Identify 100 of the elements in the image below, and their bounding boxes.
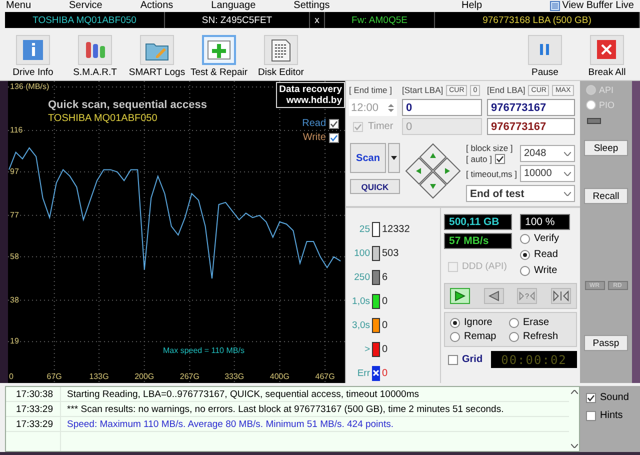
log-time: 17:33:29: [6, 402, 61, 416]
sector-count: 0: [382, 320, 388, 330]
end-button[interactable]: [550, 288, 571, 304]
block-size-select[interactable]: 2048: [520, 145, 575, 162]
log-message: *** Scan results: no warnings, no errors. Last block at 976773167 (500 GB), time 2 minutes 51 seconds.: [66, 404, 504, 414]
drive-model: TOSHIBA MQ01ABF050: [48, 113, 158, 124]
current-lba-field[interactable]: 976773167: [487, 118, 575, 135]
checkbox[interactable]: [495, 154, 505, 164]
checkbox[interactable]: [586, 392, 596, 402]
radio-label: Read: [534, 249, 558, 260]
radio-button[interactable]: Erase: [509, 317, 569, 328]
y-tick-label: 136 (MB/s): [10, 82, 50, 91]
end-lba-field[interactable]: 976773167: [487, 99, 575, 116]
play-button[interactable]: [450, 288, 470, 304]
sector-count: 503: [382, 248, 399, 258]
y-tick-label: 116: [10, 126, 23, 135]
y-tick-label: 38: [10, 295, 19, 304]
log-message: Starting Reading, LBA=0..976773167, QUICK, sequential access, timeout 10000ms: [66, 388, 419, 400]
scroll-down-icon: [570, 444, 578, 448]
x-tick-label: 67G: [46, 372, 62, 381]
start-lba-field[interactable]: 0: [402, 99, 482, 116]
button-label: Test & Repair: [190, 67, 248, 78]
firmware-version: Fw: AM0Q5E: [325, 12, 435, 28]
menu-item[interactable]: Actions: [140, 1, 174, 11]
x-tick-label: 467G: [315, 372, 335, 381]
radio-label: Verify: [534, 233, 560, 244]
plus-icon: [206, 38, 232, 62]
left-arrow-button[interactable]: [405, 157, 433, 185]
checkbox[interactable]: [329, 118, 339, 128]
drive-model: TOSHIBA MQ01ABF050: [5, 12, 165, 28]
time-value: 12:00: [351, 102, 379, 114]
query-button[interactable]: ?: [517, 288, 538, 304]
menu-item[interactable]: Menu: [6, 1, 32, 11]
menu-item[interactable]: View Buffer Live: [562, 1, 634, 11]
checkbox[interactable]: [448, 354, 458, 364]
cross-icon: [373, 370, 379, 376]
quick-button[interactable]: QUICK: [350, 179, 400, 194]
checkbox[interactable]: [586, 410, 596, 420]
finish-select[interactable]: End of test: [466, 185, 575, 202]
checkbox[interactable]: [329, 132, 339, 142]
timeout-select[interactable]: 10000: [520, 165, 575, 182]
toolbar-button[interactable]: Test & Repair: [188, 35, 250, 78]
dropdown-button[interactable]: [388, 143, 400, 173]
menu-item[interactable]: Language: [211, 1, 256, 11]
y-tick-label: 77: [10, 210, 19, 220]
badge-text: Data recovery: [279, 84, 342, 95]
radio-label: Write: [534, 265, 558, 276]
toolbar-button[interactable]: Disk Editor: [250, 35, 312, 78]
x-tick-label: 267G: [180, 372, 200, 381]
close-button[interactable]: x: [310, 12, 325, 28]
sector-count: 0: [382, 344, 388, 354]
sleep-button[interactable]: Sleep: [584, 140, 628, 156]
bytes-done-display: 500,11 GB: [444, 214, 512, 230]
toolbar-button[interactable]: Drive Info: [2, 35, 64, 78]
button-label: Drive Info: [12, 67, 54, 78]
radio-button[interactable]: Remap: [450, 331, 505, 342]
passp-button[interactable]: Passp: [584, 335, 628, 351]
checkbox-label: DDD (API): [462, 261, 507, 272]
caret-icon: [564, 172, 571, 176]
menu-item[interactable]: Settings: [294, 1, 330, 11]
recall-button[interactable]: Recall: [584, 188, 628, 204]
y-tick-label: 97: [10, 166, 19, 176]
radio-button[interactable]: Verify: [520, 233, 560, 244]
menu-item[interactable]: Help: [462, 1, 482, 11]
toolbar-button[interactable]: S.M.A.R.T: [64, 35, 126, 78]
legend-label: Read: [302, 118, 326, 129]
down-arrow-button[interactable]: [419, 171, 447, 199]
radio-button[interactable]: Write: [520, 265, 560, 276]
checkbox-label: Sound: [600, 392, 629, 403]
checkmark-icon: [496, 155, 504, 163]
field-label: [Start LBA]: [402, 85, 444, 95]
toolbar-button[interactable]: Pause: [514, 35, 576, 78]
scroll-up-icon: [570, 390, 578, 394]
menu-item[interactable]: Service: [69, 1, 102, 11]
legend-label: 3,0s: [351, 320, 370, 330]
badge-text: www.hdd.by: [286, 95, 342, 106]
legend-label: Err: [356, 368, 370, 378]
toolbar-button[interactable]: Break All: [576, 35, 638, 78]
field-label: [ auto ]: [466, 154, 492, 164]
radio-button[interactable]: Read: [520, 249, 560, 260]
chart-title: Quick scan, sequential access: [48, 99, 207, 111]
checkbox-label: Grid: [462, 354, 483, 365]
radio-button[interactable]: Ignore: [450, 317, 505, 328]
field-label: [ timeout,ms ]: [466, 168, 518, 178]
toolbar-button[interactable]: SMART Logs: [126, 35, 188, 78]
radio-button[interactable]: Refresh: [509, 331, 569, 342]
speed-display: 57 MB/s: [444, 233, 512, 249]
checkbox-label: Timer: [368, 121, 394, 132]
right-arrow-button[interactable]: [433, 157, 461, 185]
scan-button[interactable]: Scan: [350, 143, 386, 173]
legend-label: Write: [302, 132, 326, 143]
drive-capacity: 976773168 LBA (500 GB): [435, 12, 640, 28]
field-label: [ End time ]: [349, 85, 392, 95]
field-label: [End LBA]: [487, 85, 526, 95]
legend-label: >: [363, 344, 370, 354]
sector-count: 6: [382, 272, 388, 282]
percent-display: 100 %: [520, 214, 570, 230]
radio-label: Ignore: [464, 317, 492, 328]
up-arrow-button[interactable]: [419, 143, 447, 171]
reverse-button[interactable]: [484, 288, 504, 304]
